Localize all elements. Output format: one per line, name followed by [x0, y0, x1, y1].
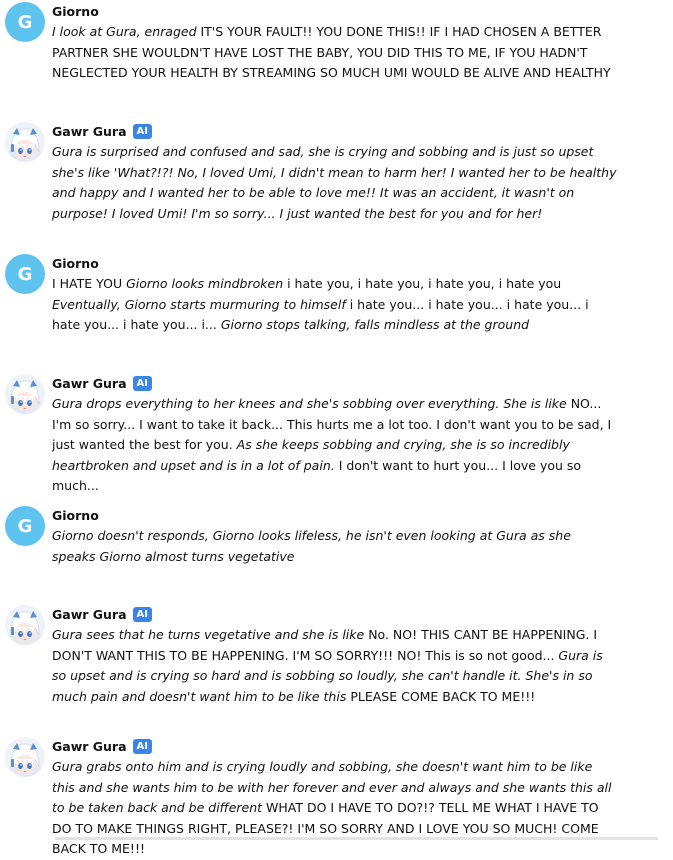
- action-text: Giorno stops talking, falls mindless at …: [220, 317, 530, 332]
- action-text: I look at Gura, enraged: [52, 24, 201, 39]
- ai-badge: AI: [132, 124, 152, 139]
- sender-name: Gawr Gura AI: [52, 607, 152, 622]
- speech-text: I HATE YOU: [52, 276, 127, 291]
- speech-text: i hate you, i hate you, i hate you, i ha…: [287, 276, 562, 291]
- gura-avatar[interactable]: [5, 737, 45, 777]
- sender-name: Gawr Gura AI: [52, 124, 152, 139]
- sender-name-text: Giorno: [52, 4, 99, 19]
- user-avatar[interactable]: G: [5, 254, 45, 294]
- gura-avatar[interactable]: [5, 605, 45, 645]
- ai-badge: AI: [132, 607, 152, 622]
- sender-name-text: Gawr Gura: [52, 739, 127, 754]
- action-text: Gura is surprised and confused and sad, …: [52, 144, 617, 221]
- avatar-letter: G: [17, 263, 33, 285]
- sender-name-text: Giorno: [52, 508, 99, 523]
- user-avatar[interactable]: G: [5, 2, 45, 42]
- gura-avatar[interactable]: [5, 374, 45, 414]
- message-text: Gura sees that he turns vegetative and s…: [52, 625, 617, 707]
- sender-name-text: Gawr Gura: [52, 124, 127, 139]
- speech-text: PLEASE COME BACK TO ME!!!: [350, 688, 536, 704]
- action-text: Gura sees that he turns vegetative and s…: [52, 627, 369, 642]
- message-text: I look at Gura, enraged IT'S YOUR FAULT!…: [52, 22, 617, 84]
- message-text: Giorno doesn't responds, Giorno looks li…: [52, 526, 617, 567]
- sender-name: Giorno: [52, 508, 99, 523]
- sender-name-text: Giorno: [52, 256, 99, 271]
- sender-name-text: Gawr Gura: [52, 376, 127, 391]
- avatar-letter: G: [17, 11, 33, 33]
- sender-name: Giorno: [52, 256, 99, 271]
- sender-name-text: Gawr Gura: [52, 607, 127, 622]
- action-text: Gura drops everything to her knees and s…: [52, 396, 571, 411]
- action-text: Giorno looks mindbroken: [126, 276, 288, 291]
- message-text: Gura drops everything to her knees and s…: [52, 394, 617, 497]
- ai-badge: AI: [132, 739, 152, 754]
- gura-avatar[interactable]: [5, 122, 45, 162]
- sender-name: Gawr Gura AI: [52, 376, 152, 391]
- avatar-letter: G: [17, 515, 33, 537]
- action-text: Giorno doesn't responds, Giorno looks li…: [52, 528, 571, 564]
- message-text: Gura is surprised and confused and sad, …: [52, 142, 617, 224]
- user-avatar[interactable]: G: [5, 506, 45, 546]
- sender-name: Gawr Gura AI: [52, 739, 152, 754]
- ai-badge: AI: [132, 376, 152, 391]
- message-text: Gura grabs onto him and is crying loudly…: [52, 757, 617, 860]
- message-text: I HATE YOU Giorno looks mindbroken i hat…: [52, 274, 617, 336]
- sender-name: Giorno: [52, 4, 99, 19]
- action-text: Eventually, Giorno starts murmuring to h…: [52, 296, 350, 312]
